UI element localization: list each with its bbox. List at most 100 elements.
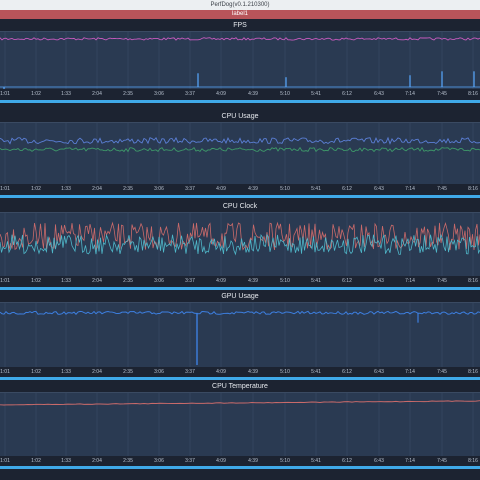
time-tick-label: 5:41: [311, 186, 321, 192]
time-tick-label: 4:09: [216, 186, 226, 192]
time-tick-label: 3:06: [154, 91, 164, 97]
time-tick-label: 7:45: [437, 458, 447, 464]
time-tick-label: 3:06: [154, 458, 164, 464]
time-tick-label: 1:33: [61, 186, 71, 192]
time-tick-label: 7:45: [437, 91, 447, 97]
panel-title: GPU Usage: [221, 293, 259, 300]
time-tick-label: 2:35: [123, 369, 133, 375]
time-tick-label: 2:35: [123, 91, 133, 97]
cpu-usage-panel: CPU Usage 1:01 1:02 1:33 2:04 2:35 3:06 3:37 4:…: [0, 110, 480, 198]
time-tick-label: 5:41: [311, 369, 321, 375]
cpu-temperature-chart: [0, 393, 480, 456]
time-tick-label: 5:10: [280, 278, 290, 284]
time-tick-label: 7:45: [437, 278, 447, 284]
time-tick-label: 8:16: [468, 91, 478, 97]
time-tick-label: 4:09: [216, 369, 226, 375]
time-tick-label: 6:12: [342, 369, 352, 375]
time-tick-label: 4:39: [248, 186, 258, 192]
time-tick-label: 3:06: [154, 186, 164, 192]
time-tick-label: 3:37: [185, 369, 195, 375]
panel-title: CPU Usage: [221, 113, 259, 120]
time-tick-label: 2:04: [92, 186, 102, 192]
time-tick-label: 8:16: [468, 369, 478, 375]
time-tick-label: 1:33: [61, 91, 71, 97]
time-tick-label: 3:37: [185, 278, 195, 284]
gpu-usage-plot[interactable]: [0, 302, 480, 367]
panel-title: CPU Temperature: [212, 383, 268, 390]
gpu-usage-chart: [0, 303, 480, 367]
time-tick-label: 5:10: [280, 458, 290, 464]
time-tick-label: 8:16: [468, 186, 478, 192]
time-tick-label: 3:06: [154, 369, 164, 375]
time-tick-label: 8:16: [468, 278, 478, 284]
time-tick-label: 2:35: [123, 458, 133, 464]
fps-plot[interactable]: [0, 31, 480, 89]
time-tick-label: 5:10: [280, 186, 290, 192]
window-titlebar: PerfDog(v0.1.210300): [0, 0, 480, 10]
time-tick-label: 5:10: [280, 369, 290, 375]
time-tick-label: 7:14: [405, 369, 415, 375]
cpu-temperature-plot[interactable]: [0, 392, 480, 456]
time-tick-label: 7:14: [405, 278, 415, 284]
time-tick-label: 1:01: [0, 369, 10, 375]
fps-scrollbar[interactable]: [0, 100, 480, 103]
cpu-temperature-scrollbar[interactable]: [0, 466, 480, 469]
time-tick-label: 3:37: [185, 458, 195, 464]
time-tick-label: 2:35: [123, 186, 133, 192]
time-tick-label: 1:02: [31, 186, 41, 192]
time-tick-label: 6:43: [374, 186, 384, 192]
cpu-usage-chart: [0, 123, 480, 184]
time-tick-label: 4:09: [216, 91, 226, 97]
cpu-usage-plot[interactable]: [0, 122, 480, 184]
time-tick-label: 6:43: [374, 91, 384, 97]
gpu-usage-panel: GPU Usage 1:01 1:02 1:33 2:04 2:35 3:06 3:37 4:…: [0, 290, 480, 380]
time-tick-label: 6:12: [342, 91, 352, 97]
time-tick-label: 4:39: [248, 91, 258, 97]
fps-series-line: [0, 37, 480, 41]
time-tick-label: 1:02: [31, 369, 41, 375]
time-tick-label: 6:12: [342, 186, 352, 192]
time-tick-label: 1:02: [31, 458, 41, 464]
time-tick-label: 2:04: [92, 278, 102, 284]
time-tick-label: 4:09: [216, 458, 226, 464]
time-tick-label: 5:41: [311, 91, 321, 97]
cpu-usage-series-2: [0, 146, 480, 153]
cpu-clock-series-2: [0, 233, 480, 256]
cpu-clock-plot[interactable]: [0, 212, 480, 276]
time-tick-label: 3:37: [185, 186, 195, 192]
time-tick-label: 7:14: [405, 91, 415, 97]
window-title: PerfDog(v0.1.210300): [210, 2, 270, 8]
time-tick-label: 2:35: [123, 278, 133, 284]
gpu-usage-series-line: [0, 310, 480, 315]
time-tick-label: 6:43: [374, 458, 384, 464]
panel-title: FPS: [233, 22, 247, 29]
time-tick-label: 1:01: [0, 186, 10, 192]
time-tick-label: 8:16: [468, 458, 478, 464]
fps-panel: FPS 1:01 1:02 1:33 2:04 2:35 3:06 3:37 4:09 4:39…: [0, 19, 480, 103]
time-tick-label: 1:33: [61, 278, 71, 284]
time-tick-label: 1:33: [61, 458, 71, 464]
time-tick-label: 1:33: [61, 369, 71, 375]
time-tick-label: 4:39: [248, 369, 258, 375]
time-tick-label: 5:41: [311, 278, 321, 284]
cpu-temperature-panel: CPU Temperature 1:01 1:02 1:33 2:04 2:35 3:06…: [0, 380, 480, 480]
label-bar[interactable]: label1: [0, 10, 480, 19]
time-tick-label: 7:14: [405, 458, 415, 464]
time-tick-label: 1:01: [0, 278, 10, 284]
time-tick-label: 1:01: [0, 91, 10, 97]
time-tick-label: 6:12: [342, 458, 352, 464]
time-tick-label: 3:06: [154, 278, 164, 284]
time-tick-label: 5:41: [311, 458, 321, 464]
cpu-usage-scrollbar[interactable]: [0, 195, 480, 198]
time-tick-label: 4:39: [248, 278, 258, 284]
cpu-temperature-series-line: [0, 400, 480, 406]
time-tick-label: 7:45: [437, 186, 447, 192]
time-tick-label: 4:39: [248, 458, 258, 464]
fps-time-axis: 1:01 1:02 1:33 2:04 2:35 3:06 3:37 4:09 4:39 5:10…: [0, 90, 480, 100]
cpu-clock-time-axis: 1:01 1:02 1:33 2:04 2:35 3:06 3:37 4:09 4:39 5:10…: [0, 277, 480, 287]
cpu-usage-time-axis: 1:01 1:02 1:33 2:04 2:35 3:06 3:37 4:09 4:39 5:10…: [0, 185, 480, 195]
time-tick-label: 5:10: [280, 91, 290, 97]
fps-chart: [0, 32, 480, 89]
time-tick-label: 7:45: [437, 369, 447, 375]
time-tick-label: 2:04: [92, 458, 102, 464]
